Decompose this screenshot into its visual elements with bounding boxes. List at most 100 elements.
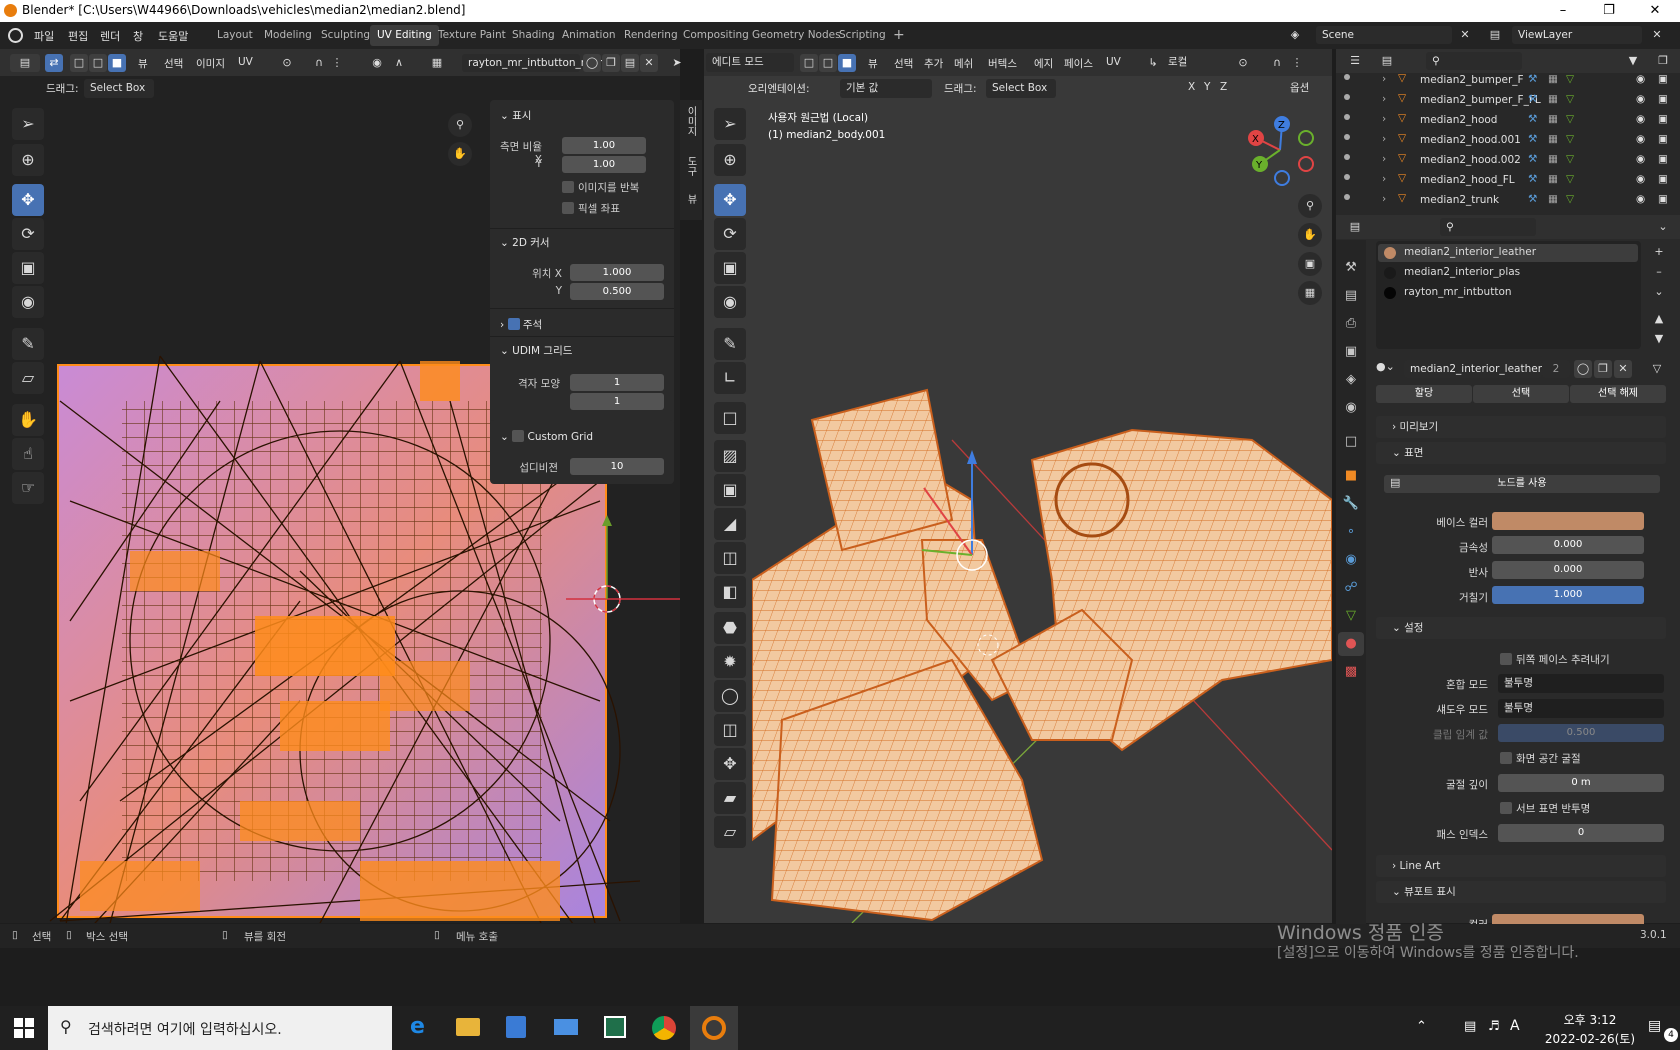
clip-threshold-field[interactable]: 0.500 bbox=[1498, 724, 1664, 742]
vp-menu-add[interactable]: 추가 bbox=[924, 56, 943, 71]
tab-scripting[interactable]: Scripting bbox=[832, 25, 893, 46]
material-slot[interactable]: median2_interior_plas bbox=[1378, 264, 1638, 282]
material-slot[interactable]: rayton_mr_intbutton bbox=[1378, 284, 1638, 302]
camera-view-icon[interactable]: ▣ bbox=[1298, 252, 1322, 276]
editor-type-icon[interactable]: ▤ bbox=[10, 54, 40, 72]
side-tab-image[interactable]: 이미지 bbox=[683, 106, 698, 136]
surface-section[interactable]: ⌄ 표면 bbox=[1376, 442, 1666, 464]
shadow-mode-select[interactable]: 불투명 bbox=[1498, 699, 1664, 718]
chrome-icon[interactable] bbox=[652, 1016, 676, 1040]
assign-button[interactable]: 할당 bbox=[1376, 385, 1472, 403]
roughness-field[interactable]: 1.000 bbox=[1492, 586, 1644, 604]
rip-region-tool-icon[interactable]: ▱ bbox=[714, 816, 746, 848]
output-tab-icon[interactable]: ⎙ bbox=[1338, 312, 1364, 336]
tab-uv-editing[interactable]: UV Editing bbox=[370, 25, 439, 46]
smooth-tool-icon[interactable]: ◯ bbox=[714, 680, 746, 712]
tool-tab-icon[interactable]: ⚒ bbox=[1338, 256, 1364, 280]
expand-chevron-icon[interactable]: › bbox=[1382, 153, 1386, 165]
eye-icon[interactable]: ◉ bbox=[1636, 113, 1645, 125]
mode-select[interactable]: 에디트 모드 bbox=[706, 53, 794, 72]
refraction-depth-field[interactable]: 0 m bbox=[1498, 774, 1664, 792]
camera-icon[interactable]: ▣ bbox=[1658, 153, 1668, 165]
tab-rendering[interactable]: Rendering bbox=[617, 25, 685, 46]
properties-options-icon[interactable]: ⌄ bbox=[1654, 218, 1672, 236]
vp-pan-icon[interactable]: ✋ bbox=[1298, 223, 1322, 247]
specular-field[interactable]: 0.000 bbox=[1492, 561, 1644, 579]
menu-window[interactable]: 창 bbox=[133, 28, 143, 44]
filter-icon[interactable]: ▼ bbox=[1624, 52, 1642, 70]
material-slot[interactable]: median2_interior_leather bbox=[1378, 244, 1638, 262]
tab-layout[interactable]: Layout bbox=[210, 25, 260, 46]
vp-menu-mesh[interactable]: 메쉬 bbox=[954, 56, 973, 71]
line-art-section[interactable]: › Line Art bbox=[1376, 855, 1666, 877]
expand-chevron-icon[interactable]: › bbox=[1382, 73, 1386, 85]
repeat-image-checkbox[interactable] bbox=[562, 181, 574, 193]
camera-icon[interactable]: ▣ bbox=[1658, 93, 1668, 105]
maximize-icon[interactable]: ❐ bbox=[1586, 0, 1632, 22]
orientation-select[interactable]: 기본 값 bbox=[840, 79, 932, 98]
outliner-item[interactable]: › ▽ median2_hood.001 ⚒ ▦ ▽ ◉ ▣ bbox=[1336, 131, 1676, 150]
vp-edge-select-icon[interactable]: □ bbox=[819, 54, 837, 72]
outliner-item[interactable]: › ▽ median2_bumper_F_FL ⚒ ▦ ▽ ◉ ▣ bbox=[1336, 91, 1676, 110]
uv-menu-uv[interactable]: UV bbox=[238, 56, 253, 68]
view-layer-tab-icon[interactable]: ▣ bbox=[1338, 340, 1364, 364]
blender-taskbar-button[interactable] bbox=[690, 1006, 738, 1050]
add-cube-tool-icon[interactable]: □ bbox=[714, 402, 746, 434]
base-color-swatch[interactable] bbox=[1492, 512, 1644, 530]
world-tab-icon[interactable]: ◉ bbox=[1338, 396, 1364, 420]
preview-section[interactable]: › 미리보기 bbox=[1376, 416, 1666, 438]
uv-menu-select[interactable]: 선택 bbox=[164, 56, 183, 71]
outliner-item[interactable]: › ▽ median2_trunk ⚒ ▦ ▽ ◉ ▣ bbox=[1336, 191, 1676, 210]
expand-chevron-icon[interactable]: › bbox=[1382, 173, 1386, 185]
tray-chevron-icon[interactable]: ⌃ bbox=[1416, 1019, 1427, 1034]
viewlayer-icon[interactable]: ▤ bbox=[1486, 26, 1504, 44]
face-select-icon[interactable]: ■ bbox=[108, 54, 126, 72]
tab-animation[interactable]: Animation bbox=[555, 25, 623, 46]
poly-build-tool-icon[interactable]: ⬣ bbox=[714, 612, 746, 644]
tab-shading[interactable]: Shading bbox=[505, 25, 562, 46]
object-tab-icon[interactable]: ■ bbox=[1338, 464, 1364, 488]
camera-icon[interactable]: ▣ bbox=[1658, 193, 1668, 205]
options-dropdown[interactable]: 옵션 bbox=[1284, 79, 1328, 98]
image-browse-icon[interactable]: ▦ bbox=[428, 54, 446, 72]
ssr-checkbox[interactable] bbox=[1500, 752, 1512, 764]
vp-snap-target-icon[interactable]: ⋮ bbox=[1288, 54, 1306, 72]
vp-vertex-select-icon[interactable]: □ bbox=[800, 54, 818, 72]
vp-rotate-tool-icon[interactable]: ⟳ bbox=[714, 218, 746, 250]
uv-menu-image[interactable]: 이미지 bbox=[196, 56, 225, 71]
taskbar-search-box[interactable]: ⚲ 검색하려면 여기에 입력하십시오. bbox=[48, 1006, 392, 1050]
remove-slot-icon[interactable]: – bbox=[1650, 263, 1668, 281]
menu-file[interactable]: 파일 bbox=[34, 28, 54, 44]
snap-icon[interactable]: ∩ bbox=[310, 54, 328, 72]
blend-mode-select[interactable]: 불투명 bbox=[1498, 674, 1664, 693]
material-users-count[interactable]: 2 bbox=[1542, 360, 1570, 378]
annotations-section-title[interactable]: › 주석 bbox=[500, 316, 542, 332]
shear-tool-icon[interactable]: ▰ bbox=[714, 782, 746, 814]
eye-icon[interactable]: ◉ bbox=[1636, 193, 1645, 205]
windows-start-icon[interactable] bbox=[14, 1018, 34, 1038]
vp-select-tool-icon[interactable]: ➢ bbox=[714, 108, 746, 140]
orientation-icon[interactable]: ↳ bbox=[1144, 54, 1162, 72]
cursor-section-title[interactable]: ⌄ 2D 커서 bbox=[500, 235, 550, 250]
expand-chevron-icon[interactable]: › bbox=[1382, 113, 1386, 125]
viewport-scene[interactable] bbox=[752, 140, 1332, 923]
uv-pan-icon[interactable]: ✋ bbox=[448, 142, 472, 166]
viewlayer-close-icon[interactable]: ✕ bbox=[1648, 26, 1666, 44]
eye-icon[interactable]: ◉ bbox=[1636, 93, 1645, 105]
grid-shape-x-field[interactable]: 1 bbox=[570, 374, 664, 391]
udim-section-title[interactable]: ⌄ UDIM 그리드 bbox=[500, 343, 572, 358]
tab-compositing[interactable]: Compositing bbox=[676, 25, 756, 46]
vp-face-select-icon[interactable]: ■ bbox=[838, 54, 856, 72]
tab-modeling[interactable]: Modeling bbox=[257, 25, 319, 46]
side-tab-tool[interactable]: 도구 bbox=[683, 156, 698, 176]
pass-index-field[interactable]: 0 bbox=[1498, 824, 1664, 842]
modifier-tab-icon[interactable]: 🔧 bbox=[1338, 492, 1364, 516]
pin-icon[interactable]: ➤ bbox=[668, 54, 686, 72]
vp-move-tool-icon[interactable]: ✥ bbox=[714, 184, 746, 216]
taskbar-date[interactable]: 2022-02-26(토) bbox=[1532, 1030, 1648, 1047]
slot-specials-icon[interactable]: ⌄ bbox=[1650, 283, 1668, 301]
aspect-x-field[interactable]: 1.00 bbox=[562, 137, 646, 154]
vp-menu-vertex[interactable]: 버텍스 bbox=[988, 56, 1017, 71]
vp-menu-view[interactable]: 뷰 bbox=[868, 56, 878, 71]
camera-icon[interactable]: ▣ bbox=[1658, 173, 1668, 185]
